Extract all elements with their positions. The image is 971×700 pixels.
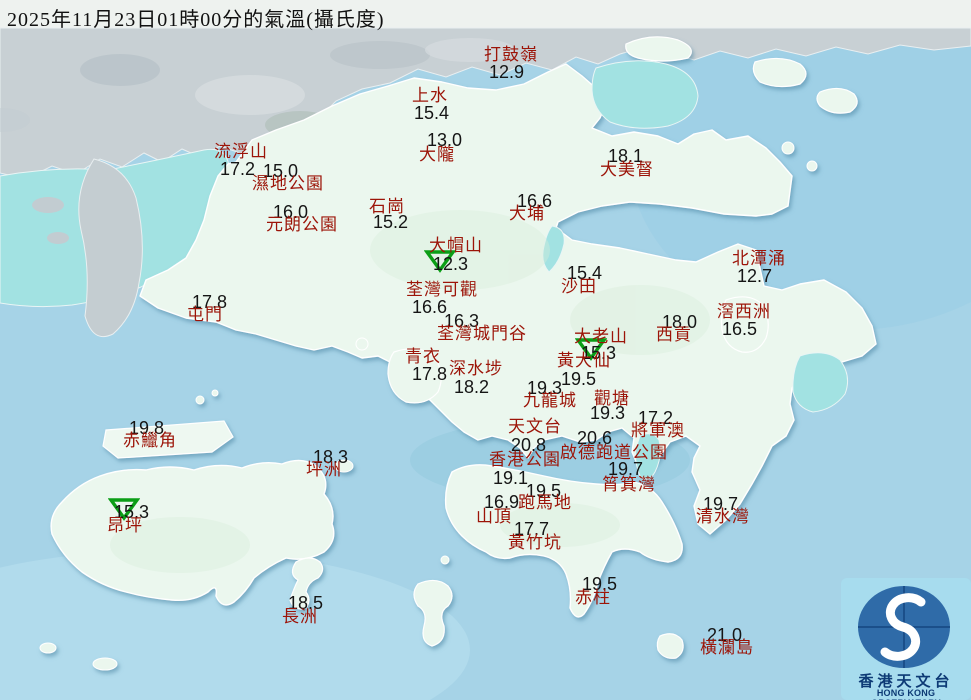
- station-temp-value: 12.7: [737, 266, 773, 286]
- grass-island: [806, 160, 818, 172]
- station-name-label: 跑馬地: [518, 493, 572, 512]
- station-temp-value: 19.5: [561, 369, 597, 389]
- hong-kong-basemap: [0, 0, 971, 700]
- station-name-label: 屯門: [187, 305, 223, 324]
- station-name-label: 觀塘: [594, 389, 630, 408]
- station-name-label: 橫瀾島: [700, 638, 754, 657]
- station-name-label: 昂坪: [107, 516, 143, 535]
- double-haven-island-shape: [752, 57, 807, 88]
- station-name-label: 濕地公園: [252, 174, 324, 193]
- station-name-label: 西貢: [656, 325, 692, 344]
- station-name-label: 赤鱲角: [123, 431, 177, 450]
- station-name-label: 深水埗: [449, 359, 503, 378]
- station-name-label: 石崗: [369, 197, 405, 216]
- station-name-label: 流浮山: [214, 142, 268, 161]
- station-name-label: 大埔: [509, 204, 545, 223]
- station-temp-value: 19.1: [493, 468, 529, 488]
- station-name-label: 長洲: [282, 607, 318, 626]
- brothers-islet: [211, 389, 219, 397]
- soko-islet: [92, 657, 118, 671]
- station-name-label: 滘西洲: [717, 302, 771, 321]
- west-islet: [32, 197, 64, 213]
- map-title: 2025年11月23日01時00分的氣溫(攝氏度): [7, 9, 385, 31]
- station-temp-value: 12.3: [433, 254, 469, 274]
- station-name-label: 山頂: [476, 507, 512, 526]
- station-name-label: 天文台: [508, 417, 562, 436]
- station-name-label: 將軍澳: [631, 421, 685, 440]
- station-temp-value: 18.2: [454, 377, 490, 397]
- green-island: [440, 555, 450, 565]
- station-name-label: 香港公園: [489, 450, 561, 469]
- station-name-label: 荃灣城門谷: [437, 324, 527, 343]
- station-name-label: 大美督: [600, 160, 654, 179]
- station-temp-value: 17.2: [220, 159, 256, 179]
- station-name-label: 清水灣: [696, 507, 750, 526]
- station-temp-value: 16.5: [722, 319, 758, 339]
- station-temp-value: 12.9: [489, 62, 525, 82]
- station-name-label: 打鼓嶺: [484, 45, 538, 64]
- station-name-label: 荃灣可觀: [406, 280, 478, 299]
- brothers-islet: [195, 395, 205, 405]
- ma-wan-island: [355, 337, 369, 351]
- station-name-label: 大老山: [574, 327, 628, 346]
- hko-logo: 香港天文台 HONG KONG OBSERVATORY: [841, 578, 971, 700]
- station-name-label: 上水: [412, 86, 448, 105]
- west-islet: [47, 232, 69, 244]
- station-temp-value: 15.4: [414, 103, 450, 123]
- station-temp-value: 17.8: [412, 364, 448, 384]
- po-toi-island-shape: [656, 633, 684, 659]
- station-temp-value: 16.6: [412, 297, 448, 317]
- station-name-label: 坪洲: [306, 460, 342, 479]
- station-name-label: 大隴: [419, 145, 455, 164]
- tap-mun-island: [781, 141, 795, 155]
- station-name-label: 青衣: [405, 347, 441, 366]
- soko-islet: [39, 642, 57, 654]
- station-name-label: 九龍城: [523, 391, 577, 410]
- station-name-label: 筲箕灣: [602, 475, 656, 494]
- station-name-label: 大帽山: [429, 236, 483, 255]
- station-name-label: 赤柱: [575, 588, 611, 607]
- station-name-label: 元朗公園: [266, 215, 338, 234]
- logo-name-english: HONG KONG OBSERVATORY: [871, 688, 941, 700]
- station-name-label: 沙田: [561, 277, 597, 296]
- temperature-map-screenshot: 2025年11月23日01時00分的氣溫(攝氏度) 12.9 打鼓嶺 15.4 上水 1…: [0, 0, 971, 700]
- station-name-label: 黃大仙: [557, 351, 611, 370]
- station-name-label: 黃竹坑: [508, 533, 562, 552]
- station-name-label: 北潭涌: [732, 249, 786, 268]
